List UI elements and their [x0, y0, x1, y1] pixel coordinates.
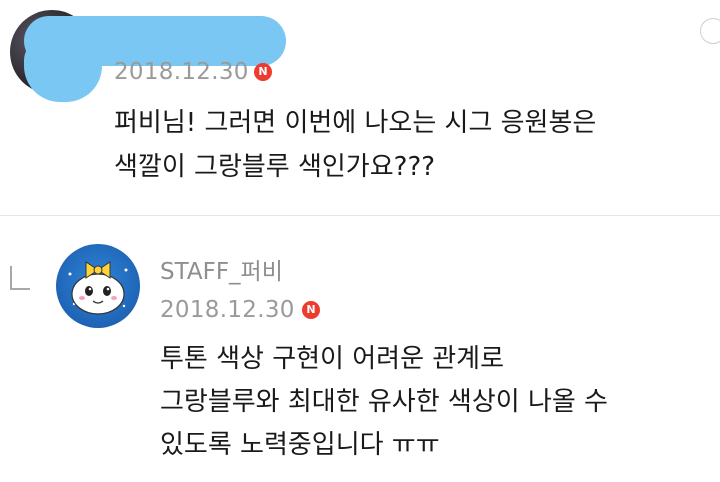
comment-date: 2018.12.30 — [114, 59, 249, 85]
comment-text-line: 색깔이 그랑블루 색인가요??? — [114, 152, 436, 182]
new-badge: N — [302, 301, 320, 319]
reply-text-line: 그랑블루와 최대한 유사한 색상이 나올 수 — [160, 387, 608, 417]
reply-text-line: 투톤 색상 구현이 어려운 관계로 — [160, 344, 505, 374]
reply-text-line: 있도록 노력중입니다 ㅠㅠ — [160, 430, 440, 460]
new-badge: N — [254, 63, 272, 81]
reply-date: 2018.12.30 — [160, 297, 295, 323]
more-options-icon[interactable] — [700, 18, 720, 44]
redacted-avatar-mark — [24, 40, 102, 102]
reply-arrow-icon — [10, 266, 30, 290]
mascot-icon — [68, 261, 128, 315]
staff-username[interactable]: STAFF_퍼비 — [160, 258, 283, 286]
divider — [0, 215, 720, 216]
comment: 2018.12.30 N 퍼비님! 그러면 이번에 나오는 시그 응원봉은 색깔… — [0, 0, 720, 215]
staff-avatar[interactable] — [56, 244, 140, 328]
comment-text-line: 퍼비님! 그러면 이번에 나오는 시그 응원봉은 — [114, 108, 597, 138]
